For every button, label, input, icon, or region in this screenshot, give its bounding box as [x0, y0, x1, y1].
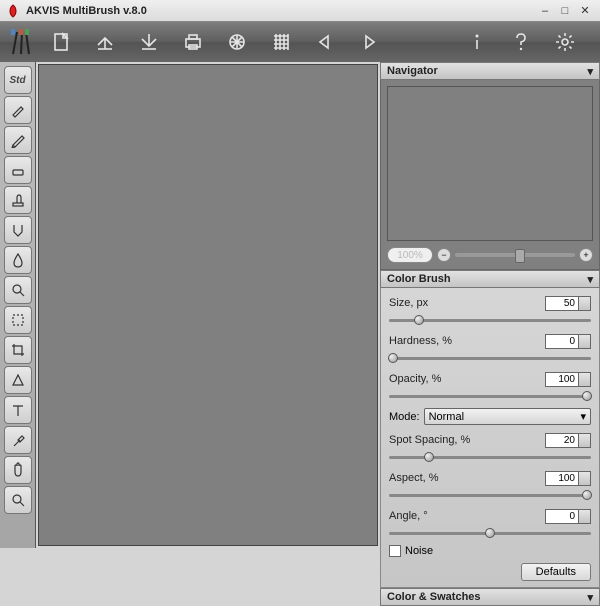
aspect-label: Aspect, %: [389, 472, 439, 484]
mode-row: Mode: Normal ▾: [389, 408, 591, 425]
tool-column: Std: [0, 62, 36, 548]
navigator-panel: Navigator ▾ 100% − +: [380, 62, 600, 270]
brush-title: Color Brush: [387, 273, 451, 285]
app-logo-icon: [6, 4, 20, 18]
angle-spinner[interactable]: [579, 509, 591, 524]
brush-tool[interactable]: [4, 96, 32, 124]
size-slider[interactable]: [389, 314, 591, 326]
chevron-down-icon: ▾: [587, 273, 593, 286]
brush-header[interactable]: Color Brush ▾: [380, 270, 600, 288]
crop-tool[interactable]: [4, 336, 32, 364]
size-label: Size, px: [389, 297, 428, 309]
grid-button[interactable]: [264, 28, 298, 56]
opacity-label: Opacity, %: [389, 373, 441, 385]
chevron-down-icon: ▾: [587, 591, 593, 604]
defaults-button[interactable]: Defaults: [521, 563, 591, 581]
size-property: Size, px 50: [389, 294, 591, 326]
navigator-title: Navigator: [387, 65, 438, 77]
content-area: Std Navigator ▾ 100% −: [0, 62, 600, 548]
spot-slider[interactable]: [389, 451, 591, 463]
smudge-tool[interactable]: [4, 216, 32, 244]
aspect-property: Aspect, % 100: [389, 469, 591, 501]
zoom-slider[interactable]: [455, 253, 575, 257]
hardness-value[interactable]: 0: [545, 334, 579, 349]
maximize-button[interactable]: □: [558, 4, 572, 18]
spot-label: Spot Spacing, %: [389, 434, 470, 446]
crop-rect-tool[interactable]: [4, 306, 32, 334]
spot-property: Spot Spacing, % 20: [389, 431, 591, 463]
navigator-preview[interactable]: [387, 86, 593, 241]
chevron-down-icon: ▾: [587, 65, 593, 78]
swatches-header[interactable]: Color & Swatches ▾: [380, 588, 600, 606]
info-button[interactable]: [460, 28, 494, 56]
opacity-slider[interactable]: [389, 390, 591, 402]
aspect-value[interactable]: 100: [545, 471, 579, 486]
titlebar: AKVIS MultiBrush v.8.0 – □ ✕: [0, 0, 600, 22]
share-button[interactable]: [220, 28, 254, 56]
opacity-spinner[interactable]: [579, 372, 591, 387]
help-button[interactable]: [504, 28, 538, 56]
minimize-button[interactable]: –: [538, 4, 552, 18]
navigator-header[interactable]: Navigator ▾: [380, 62, 600, 80]
mode-value: Normal: [429, 411, 464, 423]
zoom-in-button[interactable]: +: [579, 248, 593, 262]
pencil-tool[interactable]: [4, 126, 32, 154]
opacity-value[interactable]: 100: [545, 372, 579, 387]
spot-spinner[interactable]: [579, 433, 591, 448]
hardness-label: Hardness, %: [389, 335, 452, 347]
size-value[interactable]: 50: [545, 296, 579, 311]
hand-tool[interactable]: [4, 456, 32, 484]
new-button[interactable]: [44, 28, 78, 56]
prev-button[interactable]: [308, 28, 342, 56]
brushes-icon: [8, 26, 34, 58]
next-button[interactable]: [352, 28, 386, 56]
zoom-value: 100%: [387, 247, 433, 263]
right-panel: Navigator ▾ 100% − + Color Brush ▾: [380, 62, 600, 548]
navigator-zoom-bar: 100% − +: [387, 247, 593, 263]
aspect-spinner[interactable]: [579, 471, 591, 486]
spot-value[interactable]: 20: [545, 433, 579, 448]
magnify-tool[interactable]: [4, 486, 32, 514]
print-button[interactable]: [176, 28, 210, 56]
swatches-title: Color & Swatches: [387, 591, 481, 603]
noise-row: Noise: [389, 545, 591, 557]
hardness-property: Hardness, % 0: [389, 332, 591, 364]
open-button[interactable]: [88, 28, 122, 56]
brush-panel: Color Brush ▾ Size, px 50 Hardness, % 0 …: [380, 270, 600, 588]
canvas-area[interactable]: [38, 64, 378, 546]
swatches-panel: Color & Swatches ▾: [380, 588, 600, 606]
eyedrop-tool[interactable]: [4, 426, 32, 454]
save-button[interactable]: [132, 28, 166, 56]
aspect-slider[interactable]: [389, 489, 591, 501]
measure-tool[interactable]: [4, 366, 32, 394]
eraser-tool[interactable]: [4, 156, 32, 184]
size-spinner[interactable]: [579, 296, 591, 311]
hardness-slider[interactable]: [389, 352, 591, 364]
text-tool[interactable]: [4, 396, 32, 424]
noise-label: Noise: [405, 545, 433, 557]
dropdown-icon: ▾: [580, 410, 586, 423]
std-button[interactable]: Std: [4, 66, 32, 94]
zoom-out-button[interactable]: −: [437, 248, 451, 262]
angle-value[interactable]: 0: [545, 509, 579, 524]
opacity-property: Opacity, % 100: [389, 370, 591, 402]
angle-label: Angle, °: [389, 510, 428, 522]
angle-slider[interactable]: [389, 527, 591, 539]
window-title: AKVIS MultiBrush v.8.0: [26, 5, 147, 17]
noise-checkbox[interactable]: [389, 545, 401, 557]
mode-label: Mode:: [389, 411, 420, 423]
hardness-spinner[interactable]: [579, 334, 591, 349]
stamp-tool[interactable]: [4, 186, 32, 214]
drop-tool[interactable]: [4, 246, 32, 274]
main-toolbar: [0, 22, 600, 62]
close-button[interactable]: ✕: [578, 4, 592, 18]
settings-button[interactable]: [548, 28, 582, 56]
zoom-tool[interactable]: [4, 276, 32, 304]
angle-property: Angle, ° 0: [389, 507, 591, 539]
mode-select[interactable]: Normal ▾: [424, 408, 591, 425]
